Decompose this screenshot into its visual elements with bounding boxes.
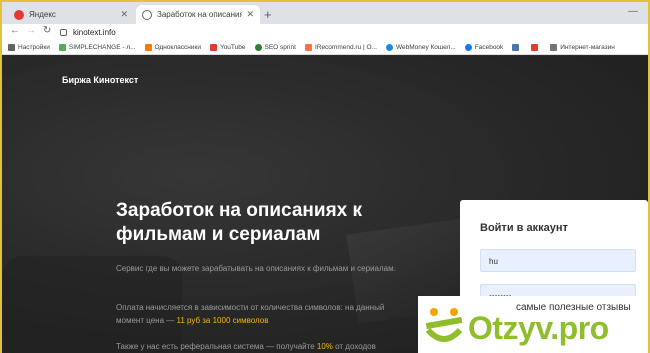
irecommend-icon [304, 43, 312, 51]
referral-highlight: 10% [316, 342, 333, 351]
username-field[interactable]: hu [480, 249, 636, 272]
minimize-button[interactable]: — [628, 6, 638, 17]
login-title: Войти в аккаунт [480, 222, 568, 234]
url-field[interactable]: kinotext.info [60, 25, 640, 39]
hero-description: Сервис где вы можете зарабатывать на опи… [116, 264, 396, 273]
bookmark-mail[interactable] [531, 43, 541, 51]
bookmark-vk[interactable] [512, 43, 522, 51]
bookmarks-bar: Настройки SIMPLECHANGE - л... Одноклассн… [2, 40, 648, 55]
globe-favicon-icon [142, 9, 152, 20]
watermark-text: Otzyv.pro [468, 310, 609, 346]
simplechange-icon [58, 43, 66, 51]
youtube-icon [209, 43, 217, 51]
tab-kinotext[interactable]: Заработок на описаниях к фил ✕ [136, 5, 260, 24]
tab-strip: Яндекс ✕ Заработок на описаниях к фил ✕ … [2, 2, 648, 24]
bookmark-shop[interactable]: Интернет-магазин [550, 43, 615, 51]
bookmark-irecommend[interactable]: IRecommend.ru | О... [304, 43, 377, 51]
tab-title: Заработок на описаниях к фил [157, 10, 243, 19]
otzyv-watermark: самые полезные отзывы Otzyv.pro [418, 296, 648, 353]
odnoklassniki-icon [144, 43, 152, 51]
bookmark-youtube[interactable]: YouTube [209, 43, 246, 51]
lock-icon [60, 28, 67, 36]
referral-text: Также у нас есть реферальная система — п… [116, 342, 376, 351]
price-text: Оплата начисляется в зависимости от коли… [116, 303, 385, 325]
address-bar-row: ← → ↻ kinotext.info [2, 24, 648, 40]
bookmark-seosprint[interactable]: SEO sprint [254, 43, 296, 51]
back-arrow-icon[interactable]: ← [10, 25, 20, 36]
facebook-icon [464, 43, 472, 51]
reload-icon[interactable]: ↻ [43, 25, 51, 36]
shop-icon [550, 43, 558, 51]
forward-arrow-icon[interactable]: → [26, 25, 36, 36]
vk-icon [512, 43, 520, 51]
tab-yandex[interactable]: Яндекс ✕ [8, 5, 134, 24]
new-tab-button[interactable]: + [264, 7, 272, 22]
bookmark-simplechange[interactable]: SIMPLECHANGE - л... [58, 43, 136, 51]
url-text: kinotext.info [73, 27, 116, 37]
price-highlight: 11 руб за 1000 символов [176, 316, 269, 325]
tab-title: Яндекс [29, 10, 56, 19]
site-logo-text[interactable]: Биржа Кинотекст [62, 75, 138, 85]
close-icon[interactable]: ✕ [120, 9, 128, 20]
bookmark-webmoney[interactable]: WebMoney Кошел... [385, 43, 456, 51]
hero-headline: Заработок на описаниях к фильмам и сериа… [116, 200, 363, 245]
bookmark-odnoklassniki[interactable]: Одноклассники [144, 43, 201, 51]
yandex-favicon-icon [14, 9, 24, 20]
bookmark-settings[interactable]: Настройки [8, 43, 50, 51]
smiley-logo-icon [425, 308, 463, 342]
mail-icon [531, 43, 539, 51]
apps-icon [8, 43, 15, 51]
webmoney-icon [385, 43, 393, 51]
close-icon[interactable]: ✕ [246, 9, 254, 20]
bookmark-facebook[interactable]: Facebook [464, 43, 503, 51]
seosprint-icon [254, 43, 262, 51]
